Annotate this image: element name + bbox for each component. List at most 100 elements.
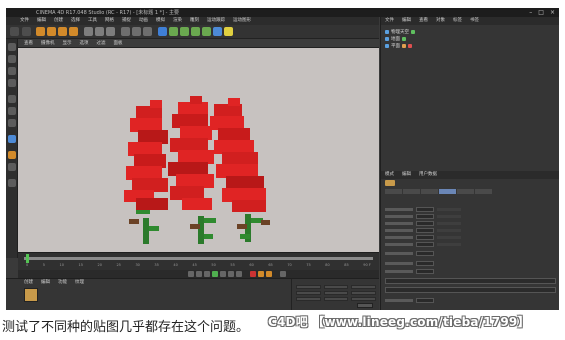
viewport-menu-item[interactable]: 选项 — [80, 39, 89, 47]
solo-icon[interactable] — [8, 179, 16, 187]
attribute-row[interactable] — [385, 207, 461, 212]
object-menu-item[interactable]: 查看 — [419, 17, 428, 25]
rotate-icon[interactable] — [69, 27, 78, 36]
next-frame-icon[interactable] — [220, 271, 226, 277]
axis-z-icon[interactable] — [106, 27, 115, 36]
play-icon[interactable] — [212, 271, 218, 277]
next-key-icon[interactable] — [228, 271, 234, 277]
material-menu-item[interactable]: 编辑 — [41, 279, 50, 286]
menu-item[interactable]: 捕捉 — [122, 17, 131, 25]
attribute-row[interactable] — [385, 251, 434, 256]
viewport-menu-item[interactable]: 显示 — [63, 39, 72, 47]
object-row[interactable]: 物理天空 — [385, 29, 415, 35]
attribute-tab-active[interactable] — [439, 189, 456, 194]
material-menu-item[interactable]: 功能 — [58, 279, 67, 286]
cube-icon[interactable] — [158, 27, 167, 36]
menu-item[interactable]: 编辑 — [37, 17, 46, 25]
timeline-playhead[interactable] — [26, 254, 29, 263]
make-editable-icon[interactable] — [8, 43, 16, 51]
shader-field[interactable] — [385, 287, 556, 293]
attribute-menu-item[interactable]: 编辑 — [402, 171, 411, 179]
menu-item[interactable]: 工具 — [88, 17, 97, 25]
attribute-row[interactable] — [385, 235, 461, 240]
coord-row-y[interactable] — [296, 291, 377, 295]
attribute-row[interactable] — [385, 298, 434, 303]
visible-icon[interactable] — [411, 30, 415, 34]
material-thumbnail[interactable] — [24, 288, 38, 302]
perspective-viewport[interactable] — [18, 48, 379, 252]
attribute-tab[interactable] — [421, 189, 438, 194]
scene-icon[interactable] — [202, 27, 211, 36]
menu-item[interactable]: 雕刻 — [190, 17, 199, 25]
attribute-tab[interactable] — [403, 189, 420, 194]
keyframe-selection-icon[interactable] — [266, 271, 272, 277]
light-icon[interactable] — [224, 27, 233, 36]
attribute-row[interactable] — [385, 214, 461, 219]
render-settings-icon[interactable] — [143, 27, 152, 36]
viewport-menu-item[interactable]: 过滤 — [97, 39, 106, 47]
coord-row-z[interactable] — [296, 297, 377, 301]
record-icon[interactable] — [250, 271, 256, 277]
attribute-row[interactable] — [385, 242, 461, 247]
texture-field[interactable] — [385, 278, 556, 284]
scale-icon[interactable] — [58, 27, 67, 36]
attribute-tab[interactable] — [385, 189, 402, 194]
menu-item[interactable]: 运动图形 — [233, 17, 251, 25]
axis-x-icon[interactable] — [84, 27, 93, 36]
render-view-icon[interactable] — [121, 27, 130, 36]
menu-item[interactable]: 网格 — [105, 17, 114, 25]
attribute-menu-item[interactable]: 模式 — [385, 171, 394, 179]
apply-button[interactable] — [357, 303, 373, 308]
axis-mode-icon[interactable] — [8, 135, 16, 143]
generator-icon[interactable] — [180, 27, 189, 36]
material-preview[interactable] — [385, 180, 395, 186]
viewport-menu-item[interactable]: 查看 — [24, 39, 33, 47]
menu-item[interactable]: 模拟 — [156, 17, 165, 25]
visible-icon[interactable] — [402, 37, 406, 41]
object-menu-item[interactable]: 对象 — [436, 17, 445, 25]
spline-icon[interactable] — [169, 27, 178, 36]
attribute-tab[interactable] — [457, 189, 474, 194]
camera-icon[interactable] — [213, 27, 222, 36]
attribute-row[interactable] — [385, 269, 434, 274]
model-mode-icon[interactable] — [8, 55, 16, 63]
points-mode-icon[interactable] — [8, 95, 16, 103]
redo-icon[interactable] — [22, 27, 31, 36]
menu-item[interactable]: 创建 — [54, 17, 63, 25]
viewport-menu-item[interactable]: 面板 — [114, 39, 123, 47]
coord-row-x[interactable] — [296, 285, 377, 289]
menu-item[interactable]: 选择 — [71, 17, 80, 25]
object-menu-item[interactable]: 书签 — [470, 17, 479, 25]
select-icon[interactable] — [36, 27, 45, 36]
object-menu-item[interactable]: 标签 — [453, 17, 462, 25]
viewport-menu-item[interactable]: 摄像机 — [41, 39, 55, 47]
menu-item[interactable]: 文件 — [20, 17, 29, 25]
attribute-row[interactable] — [385, 228, 461, 233]
window-minimize-icon[interactable]: – — [529, 9, 532, 16]
menu-item[interactable]: 渲染 — [173, 17, 182, 25]
attribute-tab[interactable] — [475, 189, 492, 194]
attribute-menu-item[interactable]: 用户数据 — [419, 171, 437, 179]
timeline-ruler[interactable]: 0 5 10 15 20 25 30 35 40 45 50 55 60 65 … — [18, 252, 379, 270]
prev-key-icon[interactable] — [196, 271, 202, 277]
attribute-row[interactable] — [385, 261, 434, 266]
timeline-settings-icon[interactable] — [280, 271, 286, 277]
window-maximize-icon[interactable]: □ — [538, 9, 544, 16]
go-end-icon[interactable] — [236, 271, 242, 277]
undo-icon[interactable] — [10, 27, 19, 36]
texture-mode-icon[interactable] — [8, 67, 16, 75]
edges-mode-icon[interactable] — [8, 107, 16, 115]
attribute-row[interactable] — [385, 221, 461, 226]
render-icon[interactable] — [132, 27, 141, 36]
deformer-icon[interactable] — [191, 27, 200, 36]
window-close-icon[interactable]: × — [550, 9, 555, 16]
snap-icon[interactable] — [8, 151, 16, 159]
object-menu-item[interactable]: 编辑 — [402, 17, 411, 25]
workplane-icon[interactable] — [8, 79, 16, 87]
axis-y-icon[interactable] — [95, 27, 104, 36]
timeline-track[interactable] — [24, 257, 373, 260]
polygons-mode-icon[interactable] — [8, 119, 16, 127]
auto-key-icon[interactable] — [258, 271, 264, 277]
material-menu-item[interactable]: 创建 — [24, 279, 33, 286]
object-menu-item[interactable]: 文件 — [385, 17, 394, 25]
